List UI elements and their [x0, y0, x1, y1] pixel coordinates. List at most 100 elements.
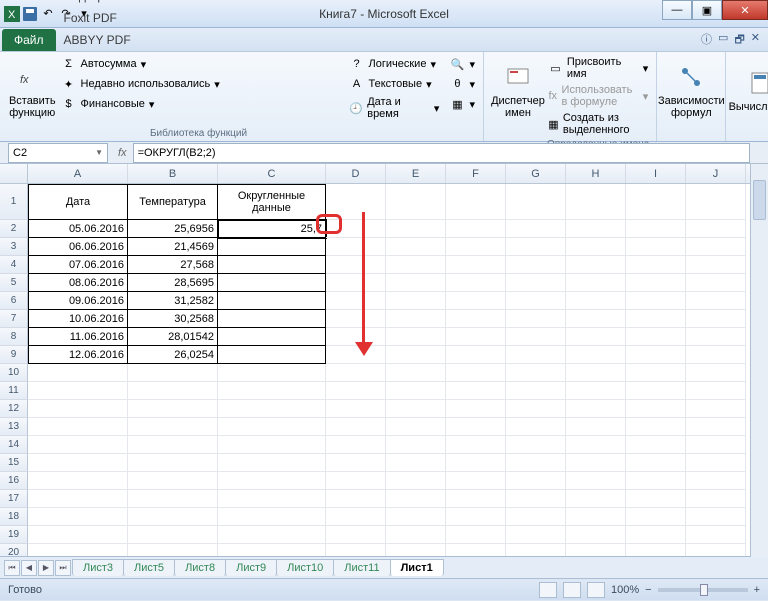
cell[interactable]: [686, 472, 746, 490]
ribbon-tab[interactable]: Надстрой: [56, 0, 139, 7]
cell[interactable]: [446, 544, 506, 556]
lookup-button[interactable]: 🔍▾: [447, 55, 477, 73]
cell[interactable]: [386, 418, 446, 436]
cell[interactable]: [506, 238, 566, 256]
tab-nav-prev[interactable]: ◀: [21, 560, 37, 576]
minimize-button[interactable]: —: [662, 0, 692, 20]
autosum-button[interactable]: ΣАвтосумма ▾: [59, 55, 339, 73]
cell[interactable]: [626, 310, 686, 328]
cell[interactable]: [686, 508, 746, 526]
cell[interactable]: [128, 544, 218, 556]
cell[interactable]: [686, 454, 746, 472]
cell[interactable]: [446, 490, 506, 508]
cell[interactable]: [566, 436, 626, 454]
cell[interactable]: 07.06.2016: [28, 256, 128, 274]
column-header[interactable]: I: [626, 164, 686, 183]
cell[interactable]: [446, 526, 506, 544]
cell[interactable]: [326, 526, 386, 544]
tab-nav-last[interactable]: ⏭: [55, 560, 71, 576]
cell[interactable]: 25,7: [218, 220, 326, 238]
row-header[interactable]: 16: [0, 472, 28, 490]
cell[interactable]: [686, 346, 746, 364]
row-header[interactable]: 1: [0, 184, 28, 220]
cell[interactable]: [326, 454, 386, 472]
cell[interactable]: [218, 508, 326, 526]
row-header[interactable]: 13: [0, 418, 28, 436]
cell[interactable]: [506, 292, 566, 310]
row-header[interactable]: 10: [0, 364, 28, 382]
cell[interactable]: [386, 526, 446, 544]
cell[interactable]: 08.06.2016: [28, 274, 128, 292]
cell[interactable]: [566, 184, 626, 220]
cell[interactable]: [326, 436, 386, 454]
cell[interactable]: [506, 490, 566, 508]
cell[interactable]: [686, 526, 746, 544]
cell[interactable]: [626, 454, 686, 472]
cell[interactable]: [386, 382, 446, 400]
cell[interactable]: [28, 418, 128, 436]
cell[interactable]: 27,568: [128, 256, 218, 274]
cell[interactable]: [386, 292, 446, 310]
cell[interactable]: [386, 436, 446, 454]
cell[interactable]: [566, 292, 626, 310]
cell[interactable]: [566, 490, 626, 508]
cell[interactable]: [128, 418, 218, 436]
column-header[interactable]: B: [128, 164, 218, 183]
tab-nav-first[interactable]: ⏮: [4, 560, 20, 576]
cell[interactable]: [326, 292, 386, 310]
cell[interactable]: [566, 454, 626, 472]
cell[interactable]: [506, 436, 566, 454]
column-header[interactable]: G: [506, 164, 566, 183]
cell[interactable]: [506, 364, 566, 382]
maximize-button[interactable]: ▣: [692, 0, 722, 20]
cell[interactable]: 26,0254: [128, 346, 218, 364]
cell[interactable]: [446, 436, 506, 454]
logical-button[interactable]: ?Логические ▾: [347, 55, 442, 73]
row-header[interactable]: 5: [0, 274, 28, 292]
cell[interactable]: [218, 256, 326, 274]
cell[interactable]: [506, 544, 566, 556]
cell[interactable]: [326, 382, 386, 400]
cell[interactable]: 25,6956: [128, 220, 218, 238]
row-header[interactable]: 6: [0, 292, 28, 310]
cell[interactable]: [218, 526, 326, 544]
cell[interactable]: [506, 274, 566, 292]
cell[interactable]: [506, 328, 566, 346]
row-header[interactable]: 2: [0, 220, 28, 238]
excel-icon[interactable]: X: [4, 6, 20, 22]
sheet-tab[interactable]: Лист1: [390, 559, 444, 576]
cell[interactable]: [218, 274, 326, 292]
cell[interactable]: [686, 418, 746, 436]
formula-deps-button[interactable]: Зависимости формул: [663, 55, 719, 125]
cell[interactable]: [218, 238, 326, 256]
cell[interactable]: [566, 238, 626, 256]
column-header[interactable]: J: [686, 164, 746, 183]
cell[interactable]: [506, 400, 566, 418]
cell[interactable]: [686, 256, 746, 274]
undo-icon[interactable]: ↶: [40, 6, 56, 22]
row-header[interactable]: 14: [0, 436, 28, 454]
cell[interactable]: [326, 256, 386, 274]
spreadsheet-grid[interactable]: ABCDEFGHIJ 12345678910111213141516171819…: [0, 164, 768, 556]
cell[interactable]: [128, 508, 218, 526]
cell[interactable]: 28,5695: [128, 274, 218, 292]
cell[interactable]: [28, 508, 128, 526]
cell[interactable]: [326, 508, 386, 526]
name-box[interactable]: C2 ▼: [8, 143, 108, 163]
cell[interactable]: [128, 490, 218, 508]
zoom-in-button[interactable]: +: [754, 584, 760, 596]
cell[interactable]: [566, 256, 626, 274]
cell[interactable]: [686, 238, 746, 256]
cell[interactable]: [386, 256, 446, 274]
cell[interactable]: [218, 544, 326, 556]
cell[interactable]: [566, 418, 626, 436]
cell[interactable]: [386, 364, 446, 382]
cell[interactable]: [386, 346, 446, 364]
text-button[interactable]: AТекстовые ▾: [347, 75, 442, 93]
cell[interactable]: [326, 238, 386, 256]
cell[interactable]: [218, 292, 326, 310]
cell[interactable]: [446, 310, 506, 328]
cell[interactable]: [626, 292, 686, 310]
cell[interactable]: [446, 508, 506, 526]
help-icon[interactable]: ⓘ: [701, 31, 712, 50]
